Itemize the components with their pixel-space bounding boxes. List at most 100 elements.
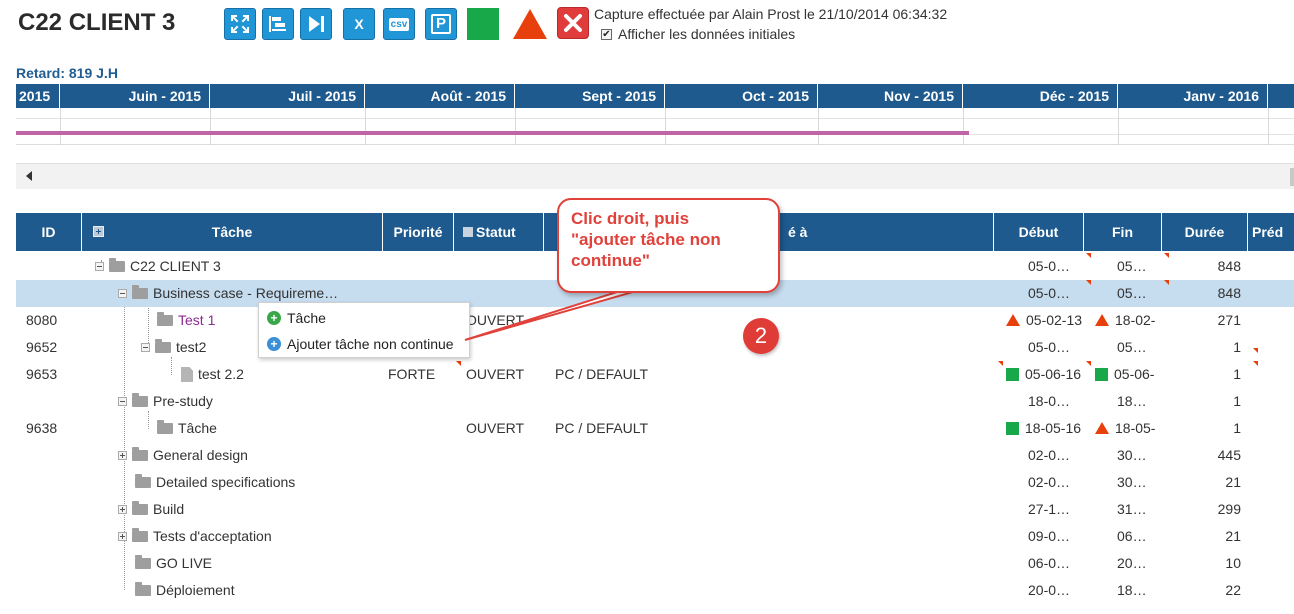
green-square-button[interactable] bbox=[467, 8, 499, 40]
late-warning-icon bbox=[1095, 422, 1109, 435]
end-date: 30… bbox=[1117, 447, 1147, 463]
column-header-duree[interactable]: Durée bbox=[1162, 213, 1248, 251]
expand-all-icon[interactable] bbox=[93, 226, 104, 237]
start-date: 18-0… bbox=[1028, 393, 1071, 409]
table-row[interactable]: 9653 test 2.2 FORTE OUVERT PC / DEFAULT … bbox=[16, 361, 1294, 388]
duration: 848 bbox=[1217, 285, 1241, 301]
gantt-month: Sept - 2015 bbox=[515, 84, 665, 108]
end-date: 05… bbox=[1117, 258, 1147, 274]
context-menu-label: Tâche bbox=[287, 310, 326, 326]
column-header-id[interactable]: ID bbox=[16, 213, 82, 251]
column-header-statut[interactable]: Statut bbox=[454, 213, 544, 251]
gantt-month: 2015 bbox=[16, 84, 60, 108]
task-name: test 2.2 bbox=[198, 366, 244, 382]
csv-export-icon: csv bbox=[388, 17, 410, 31]
table-row[interactable]: Déploiement 20-0… 18… 22 bbox=[16, 577, 1294, 604]
duration: 21 bbox=[1225, 474, 1241, 490]
column-header-tache[interactable]: Tâche bbox=[82, 213, 383, 251]
end-date: 18-05- bbox=[1115, 420, 1156, 436]
start-date: 20-0… bbox=[1028, 582, 1071, 598]
context-menu-item-tache[interactable]: + Tâche bbox=[267, 307, 326, 329]
table-row[interactable]: GO LIVE 06-0… 20… 10 bbox=[16, 550, 1294, 577]
column-header-affecte-label: é à bbox=[788, 224, 808, 240]
gantt-month: Nov - 2015 bbox=[818, 84, 963, 108]
red-triangle-button[interactable] bbox=[512, 8, 548, 40]
end-date: 20… bbox=[1117, 555, 1147, 571]
duration: 271 bbox=[1217, 312, 1241, 328]
end-date: 30… bbox=[1117, 474, 1147, 490]
table-row[interactable]: 9638 Tâche OUVERT PC / DEFAULT 18-05-16 … bbox=[16, 415, 1294, 442]
checkbox[interactable]: ✔ bbox=[601, 28, 612, 40]
retard-label: Retard: 819 J.H bbox=[16, 65, 118, 81]
expand-icon[interactable] bbox=[118, 451, 127, 460]
excel-export-icon: X bbox=[354, 16, 364, 32]
start-date: 05-06-16 bbox=[1025, 366, 1082, 382]
folder-icon bbox=[155, 339, 171, 353]
task-name[interactable]: Test 1 bbox=[178, 307, 215, 334]
status: OUVERT bbox=[466, 420, 525, 436]
duration: 1 bbox=[1233, 339, 1241, 355]
collapse-icon[interactable] bbox=[118, 289, 127, 298]
task-name: General design bbox=[153, 447, 248, 463]
gantt-bar[interactable] bbox=[16, 131, 969, 135]
duration: 299 bbox=[1217, 501, 1241, 517]
column-header-pred[interactable]: Préd bbox=[1248, 213, 1294, 251]
context-menu-item-ajouter-tache-non-continue[interactable]: + Ajouter tâche non continue bbox=[267, 333, 454, 355]
page-title: C22 CLIENT 3 bbox=[18, 9, 176, 36]
excel-export-button[interactable]: X bbox=[343, 8, 375, 40]
task-id: 9653 bbox=[26, 366, 58, 382]
expand-button[interactable] bbox=[224, 8, 256, 40]
csv-export-button[interactable]: csv bbox=[383, 8, 415, 40]
checkbox-label: Afficher les données initiales bbox=[618, 26, 796, 42]
skip-to-end-button[interactable] bbox=[300, 8, 332, 40]
assignee: PC / DEFAULT bbox=[555, 366, 649, 382]
collapse-icon[interactable] bbox=[141, 343, 150, 352]
gantt-icon bbox=[269, 16, 286, 32]
start-date: 02-0… bbox=[1028, 474, 1071, 490]
close-button[interactable] bbox=[557, 7, 589, 39]
collapse-icon[interactable] bbox=[95, 262, 104, 271]
task-id: 8080 bbox=[26, 312, 58, 328]
folder-icon bbox=[135, 555, 151, 569]
parking-icon: P bbox=[431, 14, 451, 34]
table-row[interactable]: Build 27-1… 31… 299 bbox=[16, 496, 1294, 523]
start-date-cell: 05-06-16 bbox=[1006, 361, 1096, 388]
scroll-thumb[interactable] bbox=[1290, 168, 1294, 186]
collapse-icon[interactable] bbox=[118, 397, 127, 406]
gantt-button[interactable] bbox=[262, 8, 294, 40]
on-time-icon bbox=[1006, 421, 1019, 435]
table-row[interactable]: Tests d'acceptation 09-0… 06… 21 bbox=[16, 523, 1294, 550]
column-header-fin[interactable]: Fin bbox=[1084, 213, 1162, 251]
start-date: 05-0… bbox=[1028, 258, 1071, 274]
end-date: 05-06- bbox=[1114, 366, 1155, 382]
end-date-cell: 18-05- bbox=[1095, 415, 1165, 442]
late-warning-icon bbox=[1006, 314, 1020, 327]
table-row[interactable]: Detailed specifications 02-0… 30… 21 bbox=[16, 469, 1294, 496]
filter-icon[interactable] bbox=[463, 227, 473, 238]
expand-icon[interactable] bbox=[118, 532, 127, 541]
task-name: GO LIVE bbox=[156, 555, 213, 571]
expand-icon[interactable] bbox=[118, 505, 127, 514]
show-initial-data-toggle[interactable]: ✔ Afficher les données initiales bbox=[601, 26, 795, 42]
gantt-horizontal-scrollbar[interactable] bbox=[16, 163, 1294, 189]
add-blue-icon: + bbox=[267, 337, 281, 351]
gantt-month: Janv - 2016 bbox=[1118, 84, 1268, 108]
gantt-month: Juin - 2015 bbox=[60, 84, 210, 108]
close-icon bbox=[564, 14, 582, 32]
scroll-left-icon[interactable] bbox=[26, 171, 32, 181]
gantt-body bbox=[16, 108, 1294, 145]
column-header-priorite[interactable]: Priorité bbox=[383, 213, 454, 251]
end-date: 18… bbox=[1117, 582, 1147, 598]
on-time-icon bbox=[1006, 367, 1019, 381]
table-row[interactable]: General design 02-0… 30… 445 bbox=[16, 442, 1294, 469]
folder-icon bbox=[109, 258, 125, 272]
column-header-debut[interactable]: Début bbox=[994, 213, 1084, 251]
skip-to-end-icon bbox=[309, 16, 324, 32]
gantt-month: Déc - 2015 bbox=[963, 84, 1118, 108]
end-date: 05… bbox=[1117, 285, 1147, 301]
duration: 1 bbox=[1233, 420, 1241, 436]
folder-icon bbox=[157, 420, 173, 434]
parking-button[interactable]: P bbox=[425, 8, 457, 40]
table-row[interactable]: Pre-study 18-0… 18… 1 bbox=[16, 388, 1294, 415]
task-name: test2 bbox=[176, 339, 207, 355]
